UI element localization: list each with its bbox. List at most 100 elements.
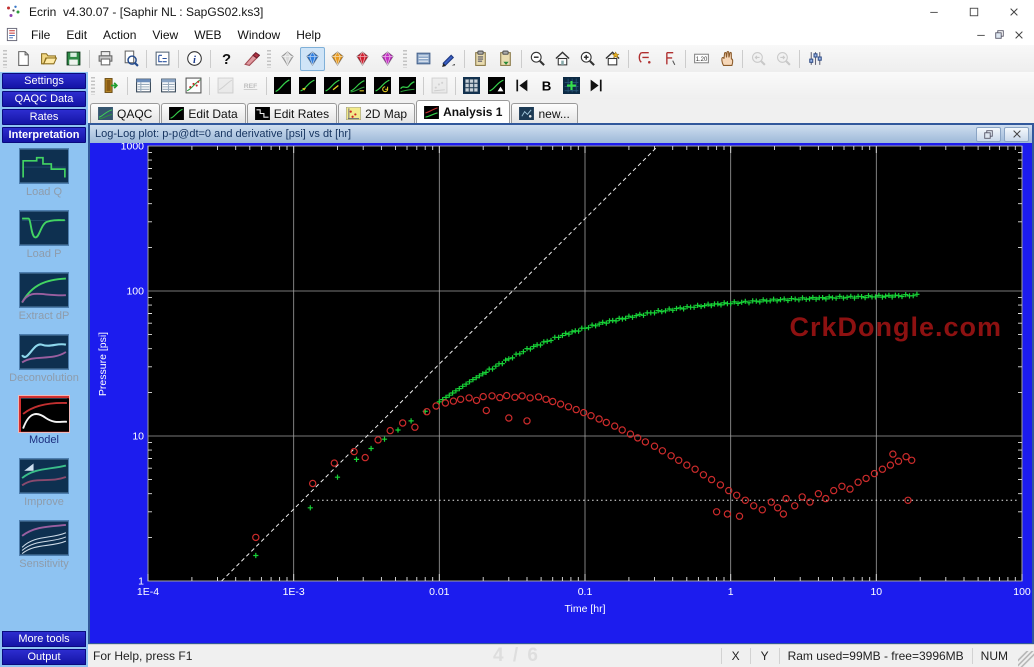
pan-hand-button[interactable] [714, 47, 739, 71]
gem-blue-button[interactable] [300, 46, 325, 71]
paste-settings-button[interactable] [493, 47, 518, 71]
curve-smooth-button[interactable] [395, 74, 420, 98]
tab-2d-map[interactable]: 2D Map [338, 103, 416, 123]
menu-edit[interactable]: Edit [58, 26, 95, 44]
tab-label: 2D Map [365, 106, 408, 121]
resize-grip[interactable] [1018, 651, 1034, 667]
ref-label-icon: REF [244, 83, 258, 90]
gem-magenta-button[interactable] [375, 47, 400, 71]
extract-exit-button[interactable] [99, 74, 124, 98]
zoom-in-button[interactable] [575, 47, 600, 71]
svg-text:B: B [542, 78, 552, 93]
sidebar-tool-deconvolution[interactable]: Deconvolution [0, 334, 88, 396]
draw-line-icon [638, 51, 651, 64]
add-grid-icon [563, 77, 580, 94]
home-view-button[interactable] [550, 47, 575, 71]
first-arrow-button[interactable] [509, 74, 534, 98]
last-arrow-button[interactable] [584, 74, 609, 98]
gem-amber-button[interactable] [325, 47, 350, 71]
sidebar-nav-interpretation[interactable]: Interpretation [2, 127, 86, 143]
help-question-button[interactable]: ? [214, 47, 239, 71]
sidebar-tool-extract-dp[interactable]: Extract dP [0, 272, 88, 334]
mdi-close-button[interactable] [1009, 27, 1028, 42]
curve-model-button[interactable] [484, 74, 509, 98]
toolbar-grip[interactable] [267, 49, 271, 68]
calculator-grid-button[interactable] [459, 74, 484, 98]
save-file-button[interactable] [61, 47, 86, 71]
menu-help[interactable]: Help [288, 26, 329, 44]
home-new-button[interactable] [600, 47, 625, 71]
close-button[interactable] [994, 0, 1034, 24]
preferences-sliders-button[interactable] [803, 47, 828, 71]
curve-slope-button[interactable] [320, 74, 345, 98]
decimal-format-button[interactable]: 1.20 [689, 47, 714, 71]
watermark-text: CrkDongle.com [789, 312, 1002, 342]
toolbar-grip[interactable] [91, 76, 95, 95]
draw-text-button[interactable] [657, 47, 682, 71]
pen-edit-button[interactable] [436, 47, 461, 71]
sidebar-button-output[interactable]: Output [2, 649, 86, 665]
menu-action[interactable]: Action [95, 26, 144, 44]
gem-red-icon [356, 51, 369, 67]
curve-basic-button[interactable] [270, 74, 295, 98]
toolbar-grip[interactable] [403, 49, 407, 68]
tab-qaqc[interactable]: QAQC [90, 103, 161, 123]
loglog-chart[interactable]: CrkDongle.com 1E-4 1E-3 0.01 0.1 1 10 100 1 10 100… [90, 143, 1032, 643]
menu-window[interactable]: Window [230, 26, 289, 44]
sidebar-nav-settings[interactable]: Settings [2, 73, 86, 89]
decimal-format-icon: 1.20 [694, 53, 709, 64]
tab-edit-data[interactable]: Edit Data [161, 103, 246, 123]
sidebar-tool-load-p[interactable]: Load P [0, 210, 88, 272]
data-table-button[interactable] [131, 74, 156, 98]
mdi-restore-button[interactable] [990, 27, 1009, 42]
sidebar-tool-improve[interactable]: Improve [0, 458, 88, 520]
sidebar-tool-load-q[interactable]: Load Q [0, 148, 88, 210]
deconvolution-icon [19, 334, 69, 370]
menu-file[interactable]: File [23, 26, 58, 44]
copy-settings-button[interactable] [468, 47, 493, 71]
gem-red-button[interactable] [350, 47, 375, 71]
bold-b-icon: B [542, 78, 552, 93]
report-table-button[interactable] [156, 74, 181, 98]
draw-line-button[interactable] [632, 47, 657, 71]
minimize-button[interactable] [914, 0, 954, 24]
maximize-button[interactable] [954, 0, 994, 24]
gem-gray-button[interactable] [275, 47, 300, 71]
sidebar-tool-sensitivity[interactable]: Sensitivity [0, 520, 88, 582]
sidebar-nav-rates[interactable]: Rates [2, 109, 86, 125]
document-system-icon[interactable] [5, 27, 23, 42]
curve-smooth-icon [399, 77, 416, 94]
clean-brush-button[interactable] [239, 47, 264, 71]
plot-restore-button[interactable] [976, 126, 1001, 142]
new-document-button[interactable] [11, 47, 36, 71]
bold-b-button[interactable]: B [534, 74, 559, 98]
tab-label: QAQC [117, 106, 153, 121]
sidebar-tool-model[interactable]: Model [0, 396, 88, 458]
zoom-out-button[interactable] [525, 47, 550, 71]
tab-new[interactable]: new... [511, 103, 578, 123]
sidebar-button-more-tools[interactable]: More tools [2, 631, 86, 647]
plot-window-titlebar[interactable]: Log-Log plot: p-p@dt=0 and derivative [p… [90, 125, 1032, 144]
curve-double-button[interactable] [345, 74, 370, 98]
curve-refresh-button[interactable] [370, 74, 395, 98]
mdi-minimize-button[interactable] [971, 27, 990, 42]
tab-analysis-1[interactable]: Analysis 1 [416, 100, 511, 123]
sidebar-nav-qaqc-data[interactable]: QAQC Data [2, 91, 86, 107]
improve-icon [19, 458, 69, 494]
menu-web[interactable]: WEB [186, 26, 229, 44]
plot-close-button[interactable] [1004, 126, 1029, 142]
sidebar-tool-label: Sensitivity [19, 558, 69, 570]
list-view-button[interactable] [411, 47, 436, 71]
info-about-button[interactable]: i [182, 47, 207, 71]
tab-edit-rates[interactable]: Edit Rates [246, 103, 338, 123]
sensitivity-icon [19, 520, 69, 556]
add-grid-button[interactable] [559, 74, 584, 98]
scatter-qaqc-button[interactable] [181, 74, 206, 98]
print-preview-button[interactable] [118, 47, 143, 71]
print-button[interactable] [93, 47, 118, 71]
curve-shift-button[interactable] [295, 74, 320, 98]
menu-view[interactable]: View [144, 26, 186, 44]
report-layout-button[interactable] [150, 47, 175, 71]
toolbar-grip[interactable] [3, 49, 7, 68]
open-file-button[interactable] [36, 47, 61, 71]
